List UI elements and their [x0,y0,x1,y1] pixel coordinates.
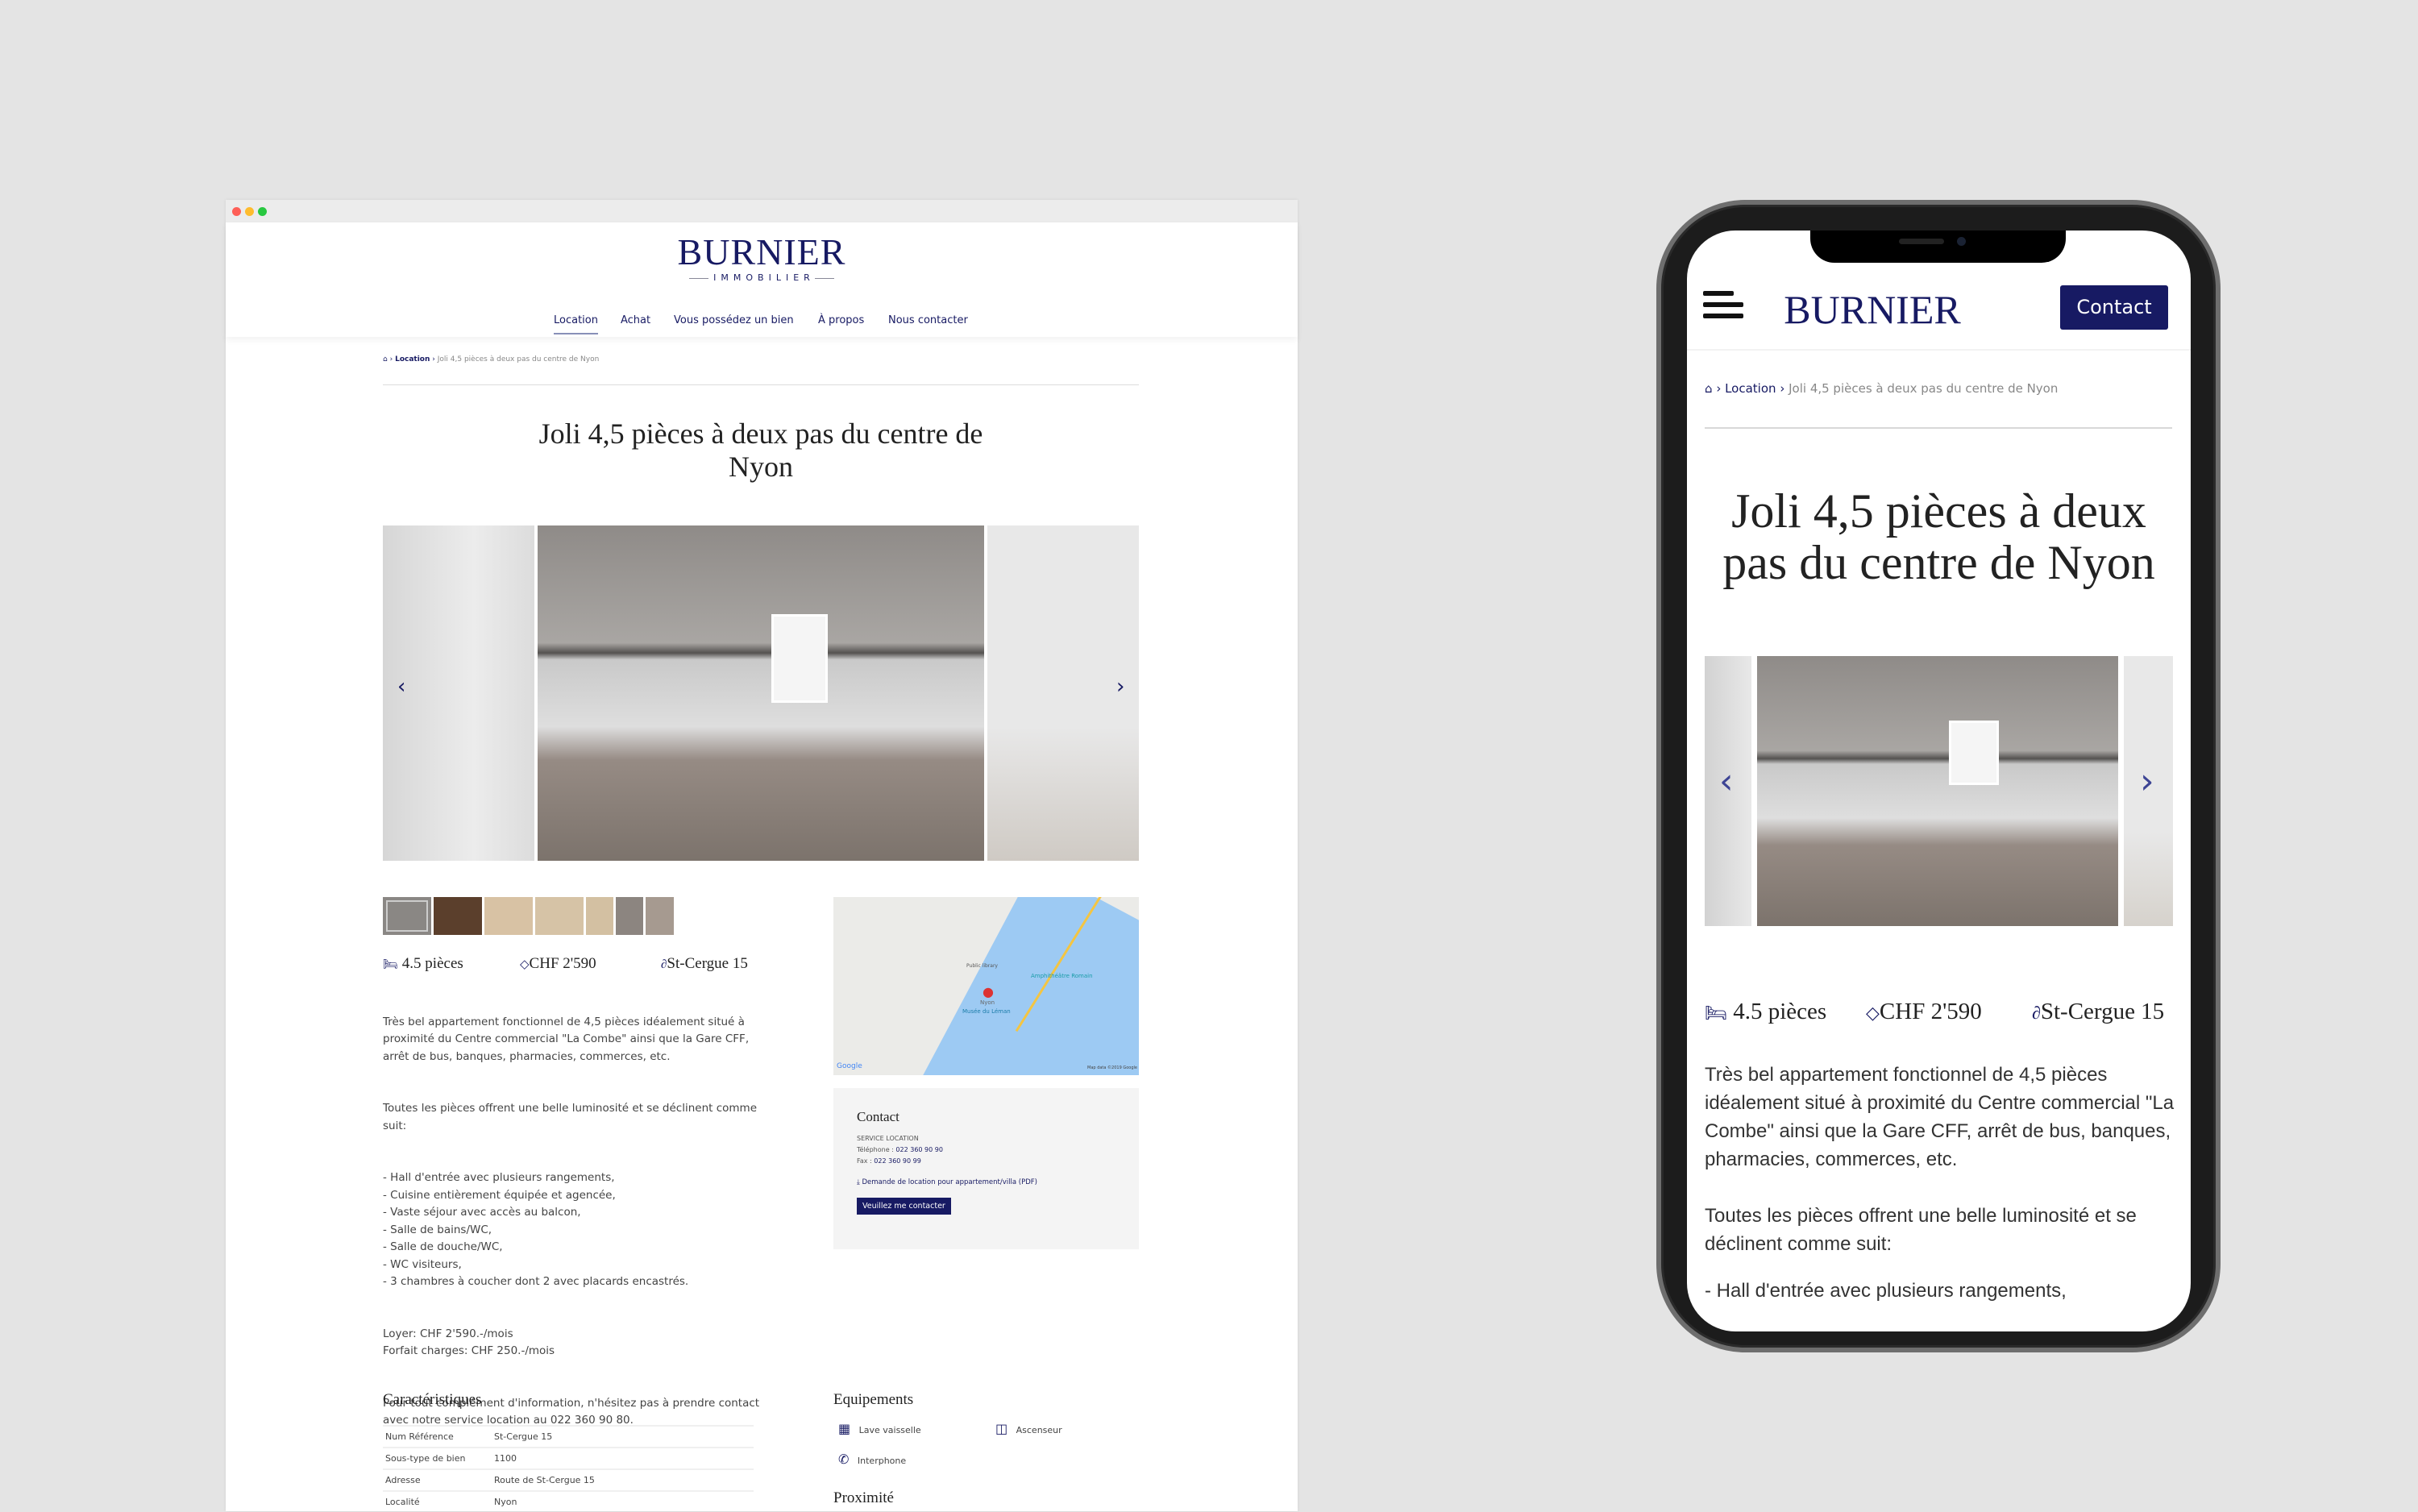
gallery-prev-arrow[interactable]: ‹ [397,675,405,699]
window-image [771,614,828,703]
nav-vous-possedez[interactable]: Vous possédez un bien [674,314,794,326]
contact-box: Contact SERVICE LOCATION Téléphone : 022… [833,1088,1139,1249]
thumbnail[interactable] [383,897,431,935]
thumbnail[interactable] [484,897,533,935]
page-title: Joli 4,5 pièces à deux pas du centre de … [538,417,983,483]
nav-nous-contacter[interactable]: Nous contacter [888,314,968,326]
home-icon[interactable]: ⌂ [383,355,388,363]
gallery-next-arrow[interactable]: › [1116,675,1124,699]
nav-a-propos[interactable]: À propos [818,314,864,326]
equipment-item: ▦ Lave vaisselle [838,1421,921,1436]
home-icon[interactable]: ⌂ [1705,381,1713,396]
contact-heading: Contact [857,1109,899,1124]
location-map[interactable]: Public library ● Nyon Amphithéâtre Romai… [833,897,1139,1075]
bed-icon: 🛏 [1705,1003,1727,1023]
desktop-browser-window: BURNIER IMMOBILIER Location Achat Vous p… [226,200,1298,1511]
mobile-photo-gallery: ‹ › [1705,656,2173,926]
browser-titlebar [226,200,1298,222]
spec-rooms: 🛏 4.5 pièces [1705,999,1827,1024]
spec-reference: ∂St-Cergue 15 [661,955,748,972]
equipment-item: ◫ Ascenseur [995,1421,1062,1436]
map-label: Amphithéâtre Romain [1031,973,1093,979]
link-icon: ∂ [2032,1003,2041,1023]
pdf-download-link[interactable]: ⤓ Demande de location pour appartement/v… [857,1178,1037,1186]
table-row: Num Référence St-Cergue 15 [383,1425,754,1447]
spec-price: ◇CHF 2'590 [520,955,596,972]
phone-icon: ✆ [838,1452,850,1467]
logo-tagline: IMMOBILIER [673,272,850,283]
spec-price: ◇CHF 2'590 [1866,999,1982,1024]
thumbnail-strip [383,897,677,935]
table-row: Adresse Route de St-Cergue 15 [383,1468,754,1490]
phone-link[interactable]: 022 360 90 90 [895,1146,943,1153]
tag-icon: ◇ [520,958,530,971]
tag-icon: ◇ [1866,1003,1880,1023]
table-row: Sous-type de bien 1100 [383,1447,754,1468]
divider [383,384,1139,385]
gallery-next-arrow[interactable]: › [2140,761,2154,802]
characteristics-table: Num Référence St-Cergue 15 Sous-type de b… [383,1425,754,1512]
breadcrumb-current: Joli 4,5 pièces à deux pas du centre de … [437,355,600,363]
main-nav: Location Achat Vous possédez un bien À p… [226,314,1298,339]
mobile-description-p3: - Hall d'entrée avec plusieurs rangement… [1705,1280,2067,1302]
map-marker-icon[interactable]: ● [983,984,994,999]
header-divider [1687,349,2191,351]
map-label: Public library [966,963,998,969]
nav-achat[interactable]: Achat [621,314,650,326]
spec-reference: ∂St-Cergue 15 [2032,999,2165,1024]
lake [921,897,1139,1075]
thumbnail[interactable] [646,897,674,935]
equipment-heading: Equipements [833,1391,914,1408]
breadcrumb-location[interactable]: Location [1725,381,1776,396]
contact-me-button[interactable]: Veuillez me contacter [857,1198,951,1215]
characteristics-heading: Caractéristiques [383,1391,482,1408]
photo-gallery: ‹ › [383,525,1139,861]
window-image [1949,721,1999,785]
gallery-slide-kitchen [1757,656,2118,926]
mobile-phone-mockup: BURNIER Contact ⌂ › Location › Joli 4,5 … [1656,200,2221,1352]
breadcrumb: ⌂ › Location › Joli 4,5 pièces à deux pa… [383,355,600,363]
mobile-screen: BURNIER Contact ⌂ › Location › Joli 4,5 … [1687,231,2191,1331]
download-icon: ⤓ [857,1178,860,1186]
thumbnail[interactable] [616,897,643,935]
fax-link[interactable]: 022 360 90 99 [874,1157,921,1165]
dishwasher-icon: ▦ [838,1421,851,1436]
mobile-description-p1: Très bel appartement fonctionnel de 4,5 … [1705,1064,2175,1170]
camera [1957,237,1966,246]
gallery-prev-arrow[interactable]: ‹ [1719,761,1734,802]
thumbnail[interactable] [434,897,482,935]
close-window-button[interactable] [232,207,241,216]
map-label: Nyon [980,999,995,1006]
elevator-icon: ◫ [995,1421,1008,1436]
equipment-item: ✆ Interphone [838,1452,907,1467]
map-label: Musée du Léman [962,1008,1011,1015]
description: Très bel appartement fonctionnel de 4,5 … [383,1015,760,1427]
breadcrumb-location[interactable]: Location [395,355,430,363]
mobile-description-p2: Toutes les pièces offrent une belle lumi… [1705,1205,2137,1255]
thumbnail[interactable] [535,897,584,935]
google-logo: Google [837,1062,862,1070]
proximity-heading: Proximité [833,1489,894,1506]
map-attribution: Map data ©2019 Google [1087,1065,1137,1070]
mobile-logo[interactable]: BURNIER [1776,287,1969,332]
nav-location[interactable]: Location [554,314,598,334]
mobile-page-title: Joli 4,5 pièces à deux pas du centre de … [1722,484,2155,589]
maximize-window-button[interactable] [258,207,267,216]
mobile-contact-button[interactable]: Contact [2060,285,2168,330]
divider [1705,427,2172,429]
phone-notch [1810,231,2066,263]
minimize-window-button[interactable] [245,207,254,216]
breadcrumb-current: Joli 4,5 pièces à deux pas du centre de … [1789,381,2059,396]
spec-rooms: 🛏 4.5 pièces [383,955,463,972]
site-header: BURNIER IMMOBILIER Location Achat Vous p… [226,222,1298,337]
logo[interactable]: BURNIER [226,232,1298,272]
thumbnail[interactable] [586,897,613,935]
mobile-breadcrumb: ⌂ › Location › Joli 4,5 pièces à deux pa… [1705,381,2059,396]
speaker [1899,239,1944,244]
gallery-slide-kitchen [538,525,984,861]
bed-icon: 🛏 [383,958,399,971]
table-row: Localité Nyon [383,1490,754,1512]
hamburger-menu-icon[interactable] [1703,291,1743,318]
contact-details: SERVICE LOCATION Téléphone : 022 360 90 … [857,1135,943,1165]
